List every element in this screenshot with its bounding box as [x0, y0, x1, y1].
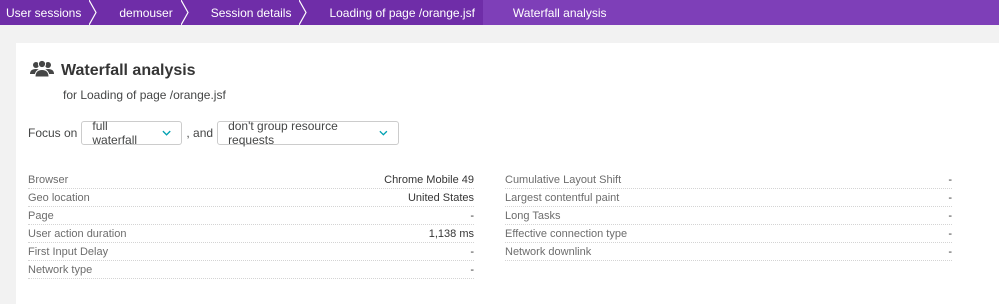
property-row-network-downlink: Network downlink - [505, 243, 952, 261]
breadcrumb-label: User sessions [6, 5, 82, 20]
dropdown-value: don't group resource requests [228, 119, 338, 147]
property-row-page: Page - [28, 207, 474, 225]
page-title: Waterfall analysis [61, 62, 196, 79]
property-label: Network downlink [505, 246, 592, 258]
breadcrumb: User sessions demouser Session details L… [0, 0, 999, 25]
chevron-down-icon [162, 130, 171, 136]
dropdown-value: full waterfall [92, 119, 138, 147]
breadcrumb-label: Waterfall analysis [512, 5, 607, 20]
property-row-largest-contentful-paint: Largest contentful paint - [505, 189, 952, 207]
property-row-effective-connection-type: Effective connection type - [505, 225, 952, 243]
waterfall-card: Waterfall analysis for Loading of page /… [16, 43, 999, 304]
focus-prefix-label: Focus on [28, 126, 78, 140]
page-subtitle: for Loading of page /orange.jsf [63, 88, 226, 102]
focus-controls: Focus on full waterfall , and don't grou… [28, 119, 403, 147]
property-label: First Input Delay [28, 246, 109, 258]
property-label: Cumulative Layout Shift [505, 174, 622, 186]
breadcrumb-item-session-details[interactable]: Session details [187, 0, 308, 25]
property-row-browser: Browser Chrome Mobile 49 [28, 171, 474, 189]
property-value: - [948, 246, 952, 258]
property-value: - [470, 264, 474, 276]
property-value: Chrome Mobile 49 [384, 174, 474, 186]
chevron-down-icon [379, 130, 388, 136]
users-icon [30, 60, 54, 78]
property-row-first-input-delay: First Input Delay - [28, 243, 474, 261]
breadcrumb-item-user-sessions[interactable]: User sessions [0, 0, 98, 25]
properties-left-column: Browser Chrome Mobile 49 Geo location Un… [28, 171, 474, 279]
breadcrumb-item-demouser[interactable]: demouser [95, 0, 189, 25]
grouping-dropdown[interactable]: don't group resource requests [217, 119, 400, 147]
property-label: Network type [28, 264, 93, 276]
breadcrumb-label: demouser [119, 5, 173, 20]
property-row-cumulative-layout-shift: Cumulative Layout Shift - [505, 171, 952, 189]
property-value: - [948, 228, 952, 240]
property-value: - [948, 192, 952, 204]
breadcrumb-label: Loading of page /orange.jsf [329, 5, 475, 20]
property-label: User action duration [28, 228, 127, 240]
focus-connector-label: , and [186, 126, 214, 140]
breadcrumb-label: Session details [210, 5, 292, 20]
breadcrumb-item-waterfall-analysis: Waterfall analysis [482, 0, 999, 25]
property-value: - [948, 210, 952, 222]
property-value: - [948, 174, 952, 186]
property-label: Largest contentful paint [505, 192, 620, 204]
breadcrumb-item-loading-page[interactable]: Loading of page /orange.jsf [305, 0, 491, 25]
property-row-network-type: Network type - [28, 261, 474, 279]
property-value: - [470, 210, 474, 222]
property-label: Effective connection type [505, 228, 628, 240]
property-label: Page [28, 210, 54, 222]
property-value: 1,138 ms [428, 228, 474, 240]
property-row-geo-location: Geo location United States [28, 189, 474, 207]
properties-right-column: Cumulative Layout Shift - Largest conten… [505, 171, 952, 261]
waterfall-focus-dropdown[interactable]: full waterfall [81, 119, 183, 147]
property-row-user-action-duration: User action duration 1,138 ms [28, 225, 474, 243]
property-value: United States [407, 192, 474, 204]
property-row-long-tasks: Long Tasks - [505, 207, 952, 225]
property-label: Geo location [28, 192, 90, 204]
property-value: - [470, 246, 474, 258]
property-label: Long Tasks [505, 210, 561, 222]
property-label: Browser [28, 174, 69, 186]
